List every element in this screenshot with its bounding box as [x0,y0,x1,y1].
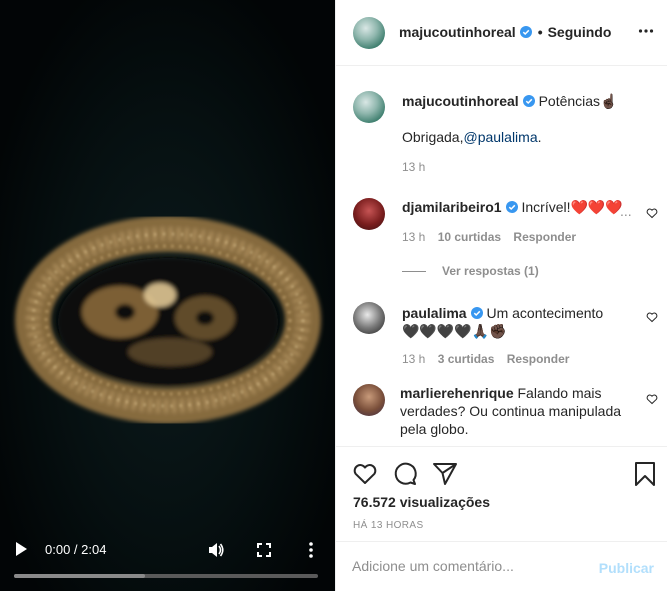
avatar[interactable] [353,384,385,416]
heart-icon[interactable] [646,311,658,323]
video-time: 0:00 / 2:04 [45,542,107,557]
comment-username[interactable]: marlierehenrique [400,385,514,401]
comment-icon[interactable] [392,461,418,487]
fullscreen-icon[interactable] [257,543,271,557]
header-user-line: majucoutinhoreal • Seguindo [399,24,611,40]
post-actions: 76.572 visualizações HÁ 13 HORAS [336,446,667,541]
comment-text-line2: 🖤🖤🖤🖤🙏🏿✊🏿 [402,323,507,339]
heart-icon[interactable] [646,207,658,219]
share-icon[interactable] [432,461,458,487]
comment-text-line3: pela globo. [400,421,469,437]
view-count[interactable]: 76.572 visualizações [353,494,490,510]
reply-button[interactable]: Responder [507,352,570,366]
replies-divider [402,271,426,272]
reply-button[interactable]: Responder [513,230,576,244]
avatar[interactable] [353,198,385,230]
caption-text: Potências☝🏿 [538,93,618,109]
verified-icon [519,26,532,38]
comment-likes[interactable]: 10 curtidas [438,230,501,244]
play-icon[interactable] [14,541,28,557]
avatar[interactable] [353,91,385,123]
comment-username[interactable]: paulalima [402,305,467,321]
header-separator: • [537,24,543,40]
instagram-post-modal: 0:00 / 2:04 majucoutinhoreal • Seguindo [0,0,667,591]
publish-button[interactable]: Publicar [599,560,654,576]
following-button[interactable]: Seguindo [548,24,612,40]
more-options-icon[interactable] [638,23,654,39]
heart-icon[interactable] [352,461,378,487]
avatar[interactable] [353,302,385,334]
video-progress-bar[interactable] [14,574,318,578]
caption-line2-suffix: . [537,129,542,145]
caption-line2-prefix: Obrigada, [402,129,464,145]
view-replies-button[interactable]: Ver respostas (1) [442,264,539,278]
comment-input[interactable] [352,558,582,574]
comment-text: Falando mais [517,385,602,401]
bookmark-icon[interactable] [632,461,658,487]
verified-icon [470,307,483,319]
video-still-image [15,216,321,424]
caption-time: 13 h [402,160,426,174]
verified-icon [505,201,518,213]
post-sidebar: majucoutinhoreal • Seguindo majucoutinhore… [335,0,667,591]
video-frame[interactable] [0,0,335,591]
mention-link[interactable]: @paulalima [463,129,537,145]
more-vertical-icon[interactable] [306,541,316,559]
comment-username[interactable]: djamilaribeiro1 [402,199,502,215]
avatar[interactable] [353,17,385,49]
video-buffer-bar [14,574,145,578]
post-header: majucoutinhoreal • Seguindo [336,0,667,66]
caption-username[interactable]: majucoutinhoreal [402,93,519,109]
volume-icon[interactable] [207,541,225,559]
comment-likes[interactable]: 3 curtidas [438,352,495,366]
comments-list: majucoutinhoreal Potências☝🏿 Obrigada,@p… [336,67,667,446]
post-timestamp: HÁ 13 HORAS [353,520,424,531]
comment-text: Um acontecimento [486,305,604,321]
comment-text-line2: verdades? Ou continua manipulada [400,403,622,419]
video-player[interactable]: 0:00 / 2:04 [0,0,335,591]
comment-time: 13 h [402,352,426,366]
comment-more[interactable]: ... [620,203,632,219]
comment-time: 13 h [402,230,426,244]
heart-icon[interactable] [646,393,658,405]
comment-composer: Publicar [336,541,667,591]
comment-text: Incrível!❤️❤️❤️ [521,199,623,215]
verified-icon [522,95,535,107]
header-username[interactable]: majucoutinhoreal [399,24,516,40]
